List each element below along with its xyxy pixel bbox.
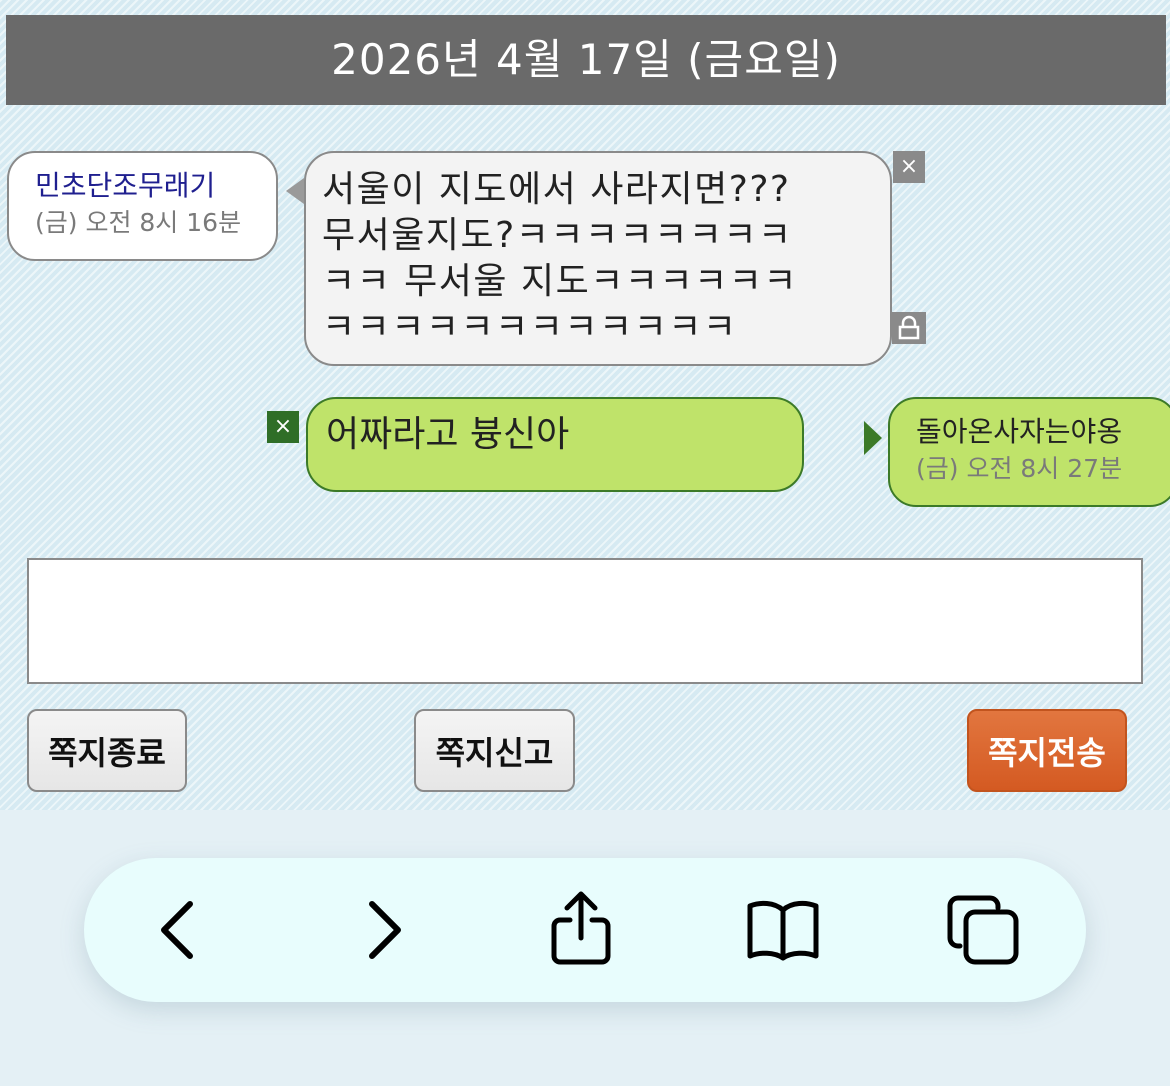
- chevron-right-icon: [369, 901, 401, 959]
- sent-timestamp: (금) 오전 8시 27분: [916, 454, 1123, 483]
- sent-message-bubble: 어짜라고 븅신아: [306, 397, 804, 492]
- received-sender-card[interactable]: 민초단조무래기 (금) 오전 8시 16분: [7, 151, 278, 261]
- bookmarks-button[interactable]: [744, 898, 822, 962]
- received-message-bubble: 서울이 지도에서 사라지면??? 무서울지도?ㅋㅋㅋㅋㅋㅋㅋㅋ ㅋㅋ 무서울 지…: [304, 151, 892, 366]
- back-button[interactable]: [150, 900, 210, 960]
- send-message-button[interactable]: 쪽지전송: [967, 709, 1127, 792]
- tabs-button[interactable]: [946, 894, 1020, 966]
- forward-button[interactable]: [354, 900, 414, 960]
- received-message-text: 서울이 지도에서 사라지면??? 무서울지도?ㅋㅋㅋㅋㅋㅋㅋㅋ ㅋㅋ 무서울 지…: [322, 169, 798, 348]
- sent-bubble-pointer: [864, 421, 882, 455]
- lock-icon[interactable]: [892, 312, 926, 344]
- message-input[interactable]: [27, 558, 1143, 684]
- exit-message-button[interactable]: 쪽지종료: [27, 709, 187, 792]
- share-button[interactable]: [546, 890, 616, 968]
- received-bubble-pointer: [286, 178, 304, 204]
- report-message-button[interactable]: 쪽지신고: [414, 709, 575, 792]
- chevron-left-icon: [161, 901, 193, 959]
- chat-area: 2026년 4월 17일 (금요일) 민초단조무래기 (금) 오전 8시 16분…: [0, 0, 1170, 810]
- share-icon: [551, 891, 611, 965]
- delete-sent-button[interactable]: ×: [267, 411, 299, 443]
- browser-toolbar: [84, 858, 1086, 1002]
- sent-sender-name[interactable]: 돌아온사자는야옹: [916, 413, 1170, 451]
- date-header: 2026년 4월 17일 (금요일): [6, 15, 1166, 105]
- sent-message-text: 어짜라고 븅신아: [326, 414, 570, 455]
- received-sender-name[interactable]: 민초단조무래기: [35, 167, 276, 205]
- sent-sender-card[interactable]: 돌아온사자는야옹 (금) 오전 8시 27분: [888, 397, 1170, 507]
- book-icon: [747, 900, 819, 961]
- received-timestamp: (금) 오전 8시 16분: [35, 208, 242, 237]
- tabs-icon: [947, 895, 1019, 965]
- delete-received-button[interactable]: ×: [893, 151, 925, 183]
